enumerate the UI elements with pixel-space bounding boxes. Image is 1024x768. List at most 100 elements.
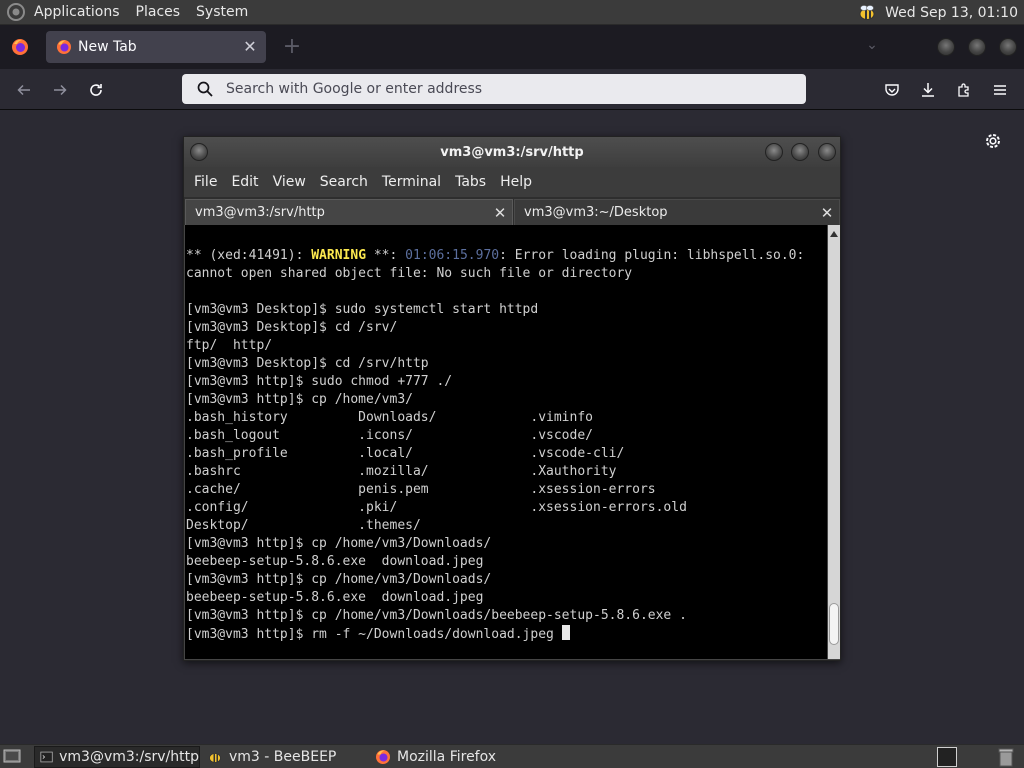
terminal-tab-srv-http[interactable]: vm3@vm3:/srv/http ✕ xyxy=(185,199,513,225)
terminal-tab-label: vm3@vm3:/srv/http xyxy=(195,205,325,220)
browser-navbar xyxy=(0,69,1024,110)
terminal-line: [vm3@vm3 http]$ cp /home/vm3/Downloads/ xyxy=(186,572,492,587)
scrollbar-thumb[interactable] xyxy=(829,603,839,645)
tab-label: New Tab xyxy=(78,39,137,55)
firefox-icon xyxy=(376,750,390,764)
terminal-line: [vm3@vm3 http]$ cp /home/vm3/Downloads/b… xyxy=(186,608,687,623)
system-menu[interactable]: System xyxy=(196,4,248,20)
address-input[interactable] xyxy=(226,81,786,97)
taskbar-item-beebeep[interactable]: vm3 - BeeBEEP xyxy=(202,746,368,768)
url-bar[interactable] xyxy=(182,74,806,104)
maximize-window-button[interactable] xyxy=(968,38,986,56)
terminal-lines: ** (xed:41491): WARNING **: 01:06:15.970… xyxy=(186,229,826,301)
terminal-line: .bash_history Downloads/ .viminfo xyxy=(186,410,593,425)
terminal-line: .bash_profile .local/ .vscode-cli/ xyxy=(186,446,625,461)
terminal-title: vm3@vm3:/srv/http xyxy=(440,144,584,160)
terminal-line: [vm3@vm3 http]$ cp /home/vm3/Downloads/ xyxy=(186,536,492,551)
beebeep-bee-icon xyxy=(209,753,221,763)
terminal-line: beebeep-setup-5.8.6.exe download.jpeg xyxy=(186,554,484,569)
terminal-close-button[interactable] xyxy=(818,143,836,161)
close-tab-icon[interactable]: ✕ xyxy=(242,39,258,55)
terminal-tabbar: vm3@vm3:/srv/http ✕ vm3@vm3:~/Desktop ✕ xyxy=(184,197,840,225)
terminal-output[interactable]: ** (xed:41491): WARNING **: 01:06:15.970… xyxy=(185,225,827,659)
pocket-icon xyxy=(885,84,899,96)
terminal-tab-label: vm3@vm3:~/Desktop xyxy=(524,205,668,220)
taskbar-item-terminal[interactable]: vm3@vm3:/srv/http xyxy=(34,746,200,768)
top-panel: Applications Places System Wed Sep 13, 0… xyxy=(0,0,1024,25)
downloads-button[interactable] xyxy=(915,77,941,103)
warning-line: ** (xed:41491): WARNING **: 01:06:15.970… xyxy=(186,247,826,265)
clock[interactable]: Wed Sep 13, 01:10 xyxy=(885,5,1018,21)
tab-new-tab[interactable]: New Tab ✕ xyxy=(46,31,266,63)
firefox-view-icon[interactable] xyxy=(11,38,29,56)
hamburger-menu-icon xyxy=(994,85,1006,95)
terminal-menubar: File Edit View Search Terminal Tabs Help xyxy=(184,167,840,197)
taskbar-item-firefox[interactable]: Mozilla Firefox xyxy=(370,746,536,768)
terminal-line: [vm3@vm3 Desktop]$ cd /srv/http xyxy=(186,356,429,371)
close-window-button[interactable] xyxy=(999,38,1017,56)
taskbar-item-label: vm3@vm3:/srv/http xyxy=(59,749,199,765)
workspace-switcher[interactable] xyxy=(937,747,957,767)
terminal-line: Desktop/ .themes/ xyxy=(186,518,421,533)
places-menu[interactable]: Places xyxy=(136,4,181,20)
search-icon xyxy=(197,81,213,97)
warning-label: WARNING xyxy=(311,248,367,263)
terminal-minimize-button[interactable] xyxy=(765,143,783,161)
distro-logo-icon[interactable] xyxy=(6,2,26,22)
show-desktop-icon[interactable] xyxy=(2,747,22,765)
close-terminal-tab-icon[interactable]: ✕ xyxy=(492,204,508,222)
forward-button[interactable] xyxy=(47,77,73,103)
new-tab-button[interactable]: + xyxy=(280,35,304,59)
app-menu-button[interactable] xyxy=(987,77,1013,103)
warning-mid: **: xyxy=(366,248,406,263)
list-all-tabs-chevron-icon[interactable]: ⌄ xyxy=(862,37,882,57)
menu-terminal[interactable]: Terminal xyxy=(382,174,441,190)
warning-prefix: ** (xed:41491): xyxy=(186,248,312,263)
terminal-tab-desktop[interactable]: vm3@vm3:~/Desktop ✕ xyxy=(514,199,840,225)
terminal-line: beebeep-setup-5.8.6.exe download.jpeg xyxy=(186,590,484,605)
pocket-button[interactable] xyxy=(879,77,905,103)
trash-icon[interactable] xyxy=(996,746,1016,768)
menu-help[interactable]: Help xyxy=(500,174,532,190)
terminal-line: [vm3@vm3 http]$ sudo chmod +777 ./ xyxy=(186,374,453,389)
terminal-line: [vm3@vm3 http]$ rm -f ~/Downloads/downlo… xyxy=(186,625,826,643)
panel-tray: Wed Sep 13, 01:10 xyxy=(857,0,1018,25)
terminal-line: ftp/ http/ xyxy=(186,338,273,353)
terminal-titlebar[interactable]: vm3@vm3:/srv/http xyxy=(184,137,840,167)
terminal-maximize-button[interactable] xyxy=(791,143,809,161)
taskbar-item-label: Mozilla Firefox xyxy=(397,749,497,765)
close-terminal-tab-icon[interactable]: ✕ xyxy=(819,204,835,222)
newtab-settings-gear-icon[interactable] xyxy=(983,131,1003,151)
window-menu-button[interactable] xyxy=(190,143,208,161)
scroll-up-arrow-icon[interactable] xyxy=(830,231,838,237)
menu-file[interactable]: File xyxy=(194,174,217,190)
terminal-line: [vm3@vm3 Desktop]$ cd /srv/ xyxy=(186,320,398,335)
back-button[interactable] xyxy=(11,77,37,103)
minimize-window-button[interactable] xyxy=(937,38,955,56)
terminal-line: [vm3@vm3 http]$ cp /home/vm3/ xyxy=(186,392,413,407)
terminal-line: .bash_logout .icons/ .vscode/ xyxy=(186,428,593,443)
menu-view[interactable]: View xyxy=(273,174,306,190)
arrow-right-icon xyxy=(54,84,67,96)
terminal-line: .cache/ penis.pem .xsession-errors xyxy=(186,482,656,497)
puzzle-extension-icon xyxy=(958,83,969,97)
menu-edit[interactable]: Edit xyxy=(231,174,258,190)
warning-message: : Error loading plugin: libhspell.so.0: xyxy=(499,248,805,263)
menu-tabs[interactable]: Tabs xyxy=(455,174,486,190)
extensions-button[interactable] xyxy=(951,77,977,103)
terminal-line: .bashrc .mozilla/ .Xauthority xyxy=(186,464,617,479)
reload-button[interactable] xyxy=(83,77,109,103)
terminal-cursor xyxy=(561,625,570,640)
download-icon xyxy=(922,83,934,97)
applications-menu[interactable]: Applications xyxy=(34,4,120,20)
menu-search[interactable]: Search xyxy=(320,174,368,190)
reload-icon xyxy=(90,84,102,96)
warning-line-continued: cannot open shared object file: No such … xyxy=(186,266,633,281)
firefox-icon xyxy=(57,40,71,54)
terminal-scrollbar[interactable] xyxy=(828,225,840,659)
warning-timestamp: 01:06:15.970 xyxy=(405,248,500,263)
terminal-line: .config/ .pki/ .xsession-errors.old xyxy=(186,500,687,515)
beebeep-bee-icon[interactable] xyxy=(857,4,877,22)
